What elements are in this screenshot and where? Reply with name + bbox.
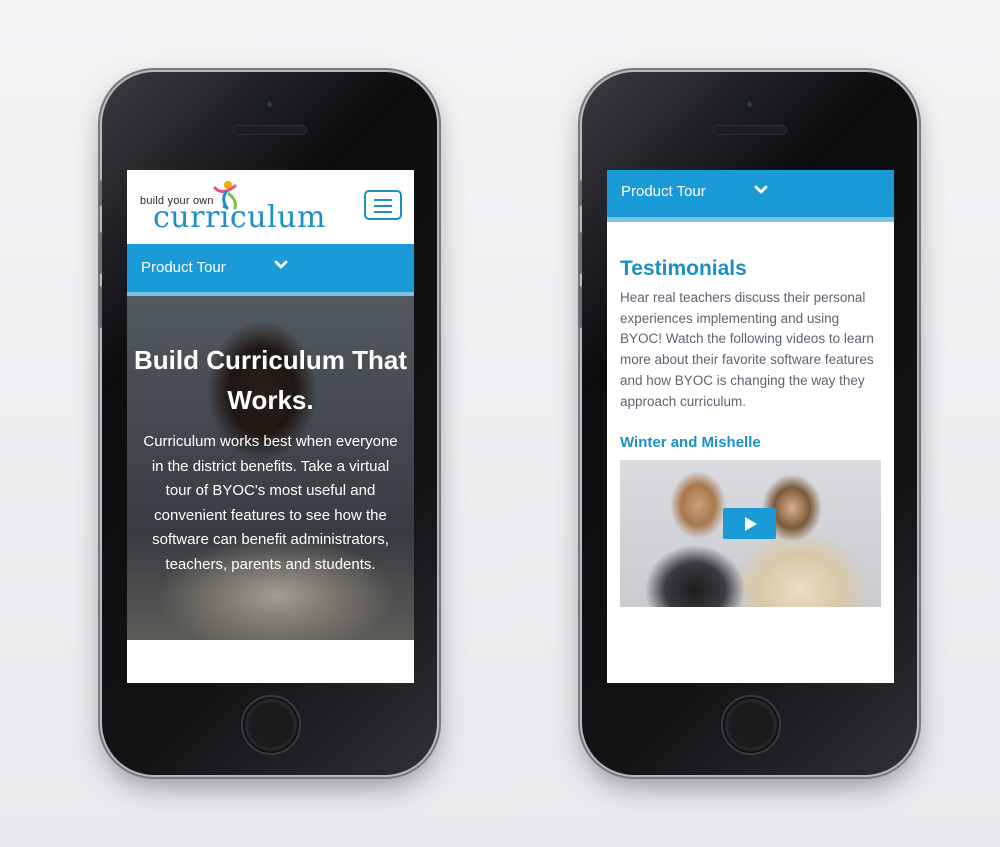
front-camera: [265, 100, 274, 109]
hero-banner: Build Curriculum That Works. Curriculum …: [127, 296, 414, 640]
testimonials-section: Testimonials Hear real teachers discuss …: [607, 257, 894, 608]
earpiece-speaker: [713, 125, 787, 135]
volume-up-button: [98, 232, 102, 274]
volume-up-button: [578, 232, 582, 274]
mute-switch: [578, 180, 582, 206]
product-tour-label: Product Tour: [141, 259, 226, 276]
home-button: [721, 695, 781, 755]
product-tour-label: Product Tour: [621, 183, 706, 200]
hero-title: Build Curriculum That Works.: [134, 345, 407, 415]
mute-switch: [98, 180, 102, 206]
hamburger-menu-icon[interactable]: [364, 190, 402, 220]
left-phone: build your own curriculum Product Tour B…: [98, 72, 437, 775]
earpiece-speaker: [233, 125, 307, 135]
product-tour-dropdown[interactable]: Product Tour: [607, 170, 894, 222]
front-camera: [745, 100, 754, 109]
home-button: [241, 695, 301, 755]
section-description: Hear real teachers discuss their persona…: [620, 290, 874, 409]
byoc-logo[interactable]: build your own curriculum: [139, 180, 339, 240]
left-screen: build your own curriculum Product Tour B…: [127, 170, 414, 683]
play-icon[interactable]: [723, 508, 776, 540]
product-tour-dropdown[interactable]: Product Tour: [127, 244, 414, 296]
chevron-down-icon: [754, 185, 768, 194]
video-thumbnail[interactable]: [620, 460, 881, 608]
hero-description: Curriculum works best when everyone in t…: [143, 433, 398, 573]
volume-down-button: [98, 286, 102, 328]
right-phone: Product Tour Testimonials Hear real teac…: [578, 72, 917, 775]
logo-wordmark: curriculum: [153, 200, 326, 235]
right-screen: Product Tour Testimonials Hear real teac…: [607, 170, 894, 683]
site-header: build your own curriculum: [127, 170, 414, 244]
chevron-down-icon: [274, 260, 288, 269]
section-title: Testimonials: [620, 257, 747, 280]
video-title: Winter and Mishelle: [620, 434, 761, 452]
volume-down-button: [578, 286, 582, 328]
